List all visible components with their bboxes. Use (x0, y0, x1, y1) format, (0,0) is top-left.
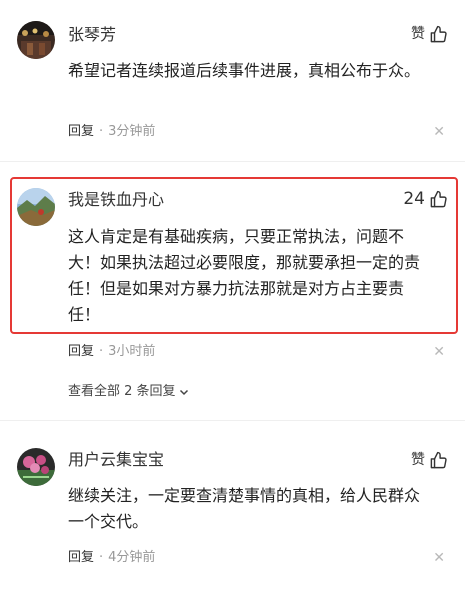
avatar[interactable] (17, 448, 55, 486)
view-all-replies-link[interactable]: 查看全部 2 条回复 (68, 383, 190, 401)
comment-text: 继续关注，一定要查清楚事情的真相，给人民群众一个交代。 (68, 486, 421, 531)
divider (0, 420, 465, 421)
divider (0, 161, 465, 162)
reply-button[interactable]: 回复 (68, 549, 94, 567)
like-label: 赞 (411, 26, 425, 42)
thumbs-up-icon (430, 451, 447, 468)
separator-dot: · (99, 124, 104, 139)
close-icon[interactable]: ✕ (433, 343, 445, 361)
username[interactable]: 用户云集宝宝 (68, 450, 164, 470)
close-icon[interactable]: ✕ (433, 123, 445, 141)
comment-meta: 回复 · 4分钟前 (68, 549, 155, 567)
comment-item: 用户云集宝宝 赞 继续关注，一定要查清楚事情的真相，给人民群众一个交代。 回复 … (0, 430, 465, 592)
comment-text: 希望记者连续报道后续事件进展，真相公布于众。 (68, 61, 421, 80)
comment-item: 张琴芳 赞 希望记者连续报道后续事件进展，真相公布于众。 回复 · 3分钟前 ✕ (0, 0, 465, 160)
separator-dot: · (99, 344, 104, 359)
like-button[interactable]: 赞 (411, 450, 448, 470)
comment-meta: 回复 · 3分钟前 (68, 123, 155, 141)
separator-dot: · (99, 550, 104, 565)
like-label: 赞 (411, 452, 425, 468)
avatar[interactable] (17, 21, 55, 59)
reply-button[interactable]: 回复 (68, 343, 94, 361)
thumbs-up-icon (430, 25, 447, 42)
timestamp: 3分钟前 (108, 124, 156, 139)
like-button[interactable]: 赞 (411, 24, 448, 44)
view-all-label: 查看全部 2 条回复 (68, 384, 176, 399)
username[interactable]: 张琴芳 (68, 25, 116, 45)
timestamp: 4分钟前 (108, 550, 156, 565)
close-icon[interactable]: ✕ (433, 549, 445, 567)
comment-meta: 回复 · 3小时前 (68, 343, 155, 361)
reply-button[interactable]: 回复 (68, 123, 94, 141)
timestamp: 3小时前 (108, 344, 156, 359)
chevron-down-icon (179, 389, 188, 396)
highlight-box (10, 177, 458, 334)
